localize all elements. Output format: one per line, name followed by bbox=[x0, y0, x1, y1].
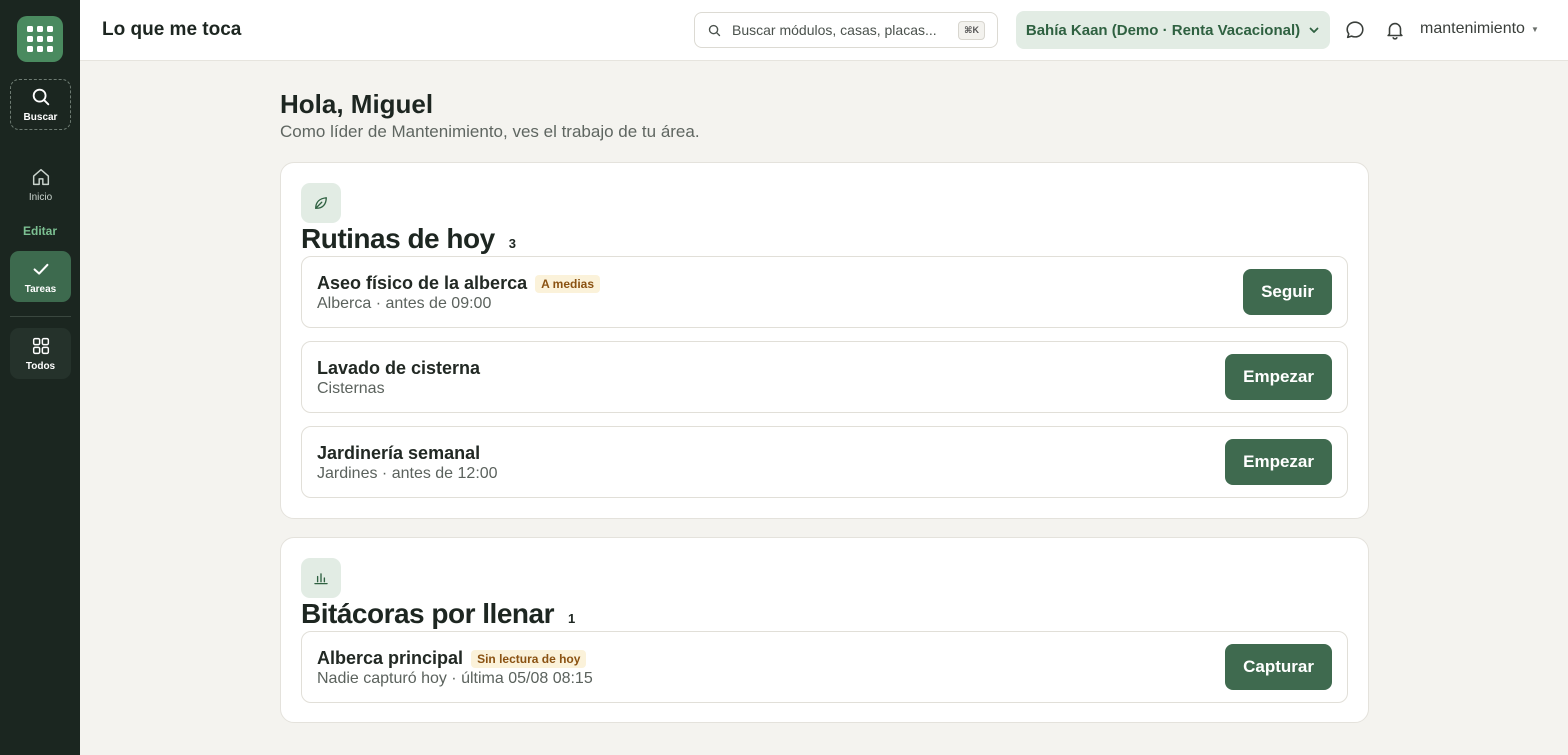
log-meta: Nadie capturó hoy · última 05/08 08:15 bbox=[317, 670, 593, 687]
user-name: mantenimiento bbox=[1420, 20, 1525, 37]
task-name: Jardinería semanal bbox=[317, 443, 480, 464]
sidebar-item-label: Inicio bbox=[28, 192, 53, 203]
property-selector[interactable]: Bahía Kaan (Demo · Renta Vacacional) bbox=[1016, 11, 1330, 49]
list-item[interactable]: Alberca principal Sin lectura de hoy Nad… bbox=[301, 631, 1348, 703]
sidebar-item-home[interactable]: Inicio bbox=[10, 159, 71, 210]
list-item[interactable]: Aseo físico de la alberca A medias Alber… bbox=[301, 256, 1348, 328]
list-item[interactable]: Jardinería semanal Jardines · antes de 1… bbox=[301, 426, 1348, 498]
status-badge: A medias bbox=[535, 274, 601, 293]
task-meta: Alberca · antes de 09:00 bbox=[317, 295, 492, 312]
check-icon bbox=[33, 263, 48, 275]
sidebar-item-label: Tareas bbox=[24, 284, 57, 295]
task-name: Aseo físico de la alberca A medias bbox=[317, 273, 601, 294]
start-button[interactable]: Empezar bbox=[1225, 354, 1332, 400]
section-title-text: Bitácoras por llenar bbox=[301, 598, 554, 629]
capture-button[interactable]: Capturar bbox=[1225, 644, 1332, 690]
greeting: Hola, Miguel bbox=[280, 89, 434, 119]
search-shortcut-badge: ⌘K bbox=[958, 20, 985, 40]
sidebar-item-all[interactable]: Todos bbox=[10, 328, 71, 379]
start-button[interactable]: Empezar bbox=[1225, 439, 1332, 485]
sidebar-item-tasks[interactable]: Tareas bbox=[10, 251, 71, 302]
continue-button[interactable]: Seguir bbox=[1243, 269, 1332, 315]
status-badge: Sin lectura de hoy bbox=[471, 649, 587, 668]
leaf-icon bbox=[301, 183, 341, 223]
task-name-text: Aseo físico de la alberca bbox=[317, 273, 528, 293]
chevron-down-icon bbox=[1309, 27, 1319, 33]
sidebar-item-label: Buscar bbox=[23, 112, 58, 123]
routines-card: Rutinas de hoy 3 Aseo físico de la alber… bbox=[280, 162, 1369, 519]
search-icon bbox=[32, 88, 49, 106]
page-title: Lo que me toca bbox=[102, 19, 242, 40]
search-box[interactable]: ⌘K bbox=[694, 12, 998, 48]
log-name: Alberca principal Sin lectura de hoy bbox=[317, 648, 587, 669]
task-meta: Jardines · antes de 12:00 bbox=[317, 465, 498, 482]
section-title-text: Rutinas de hoy bbox=[301, 223, 495, 254]
apps-grid-icon[interactable] bbox=[17, 16, 63, 62]
task-name: Lavado de cisterna bbox=[317, 358, 480, 379]
section-title: Bitácoras por llenar 1 bbox=[301, 598, 575, 630]
property-name: Bahía Kaan (Demo · Renta Vacacional) bbox=[1025, 21, 1301, 39]
section-count: 3 bbox=[508, 236, 516, 251]
bar-chart-icon bbox=[301, 558, 341, 598]
search-icon bbox=[708, 24, 721, 36]
chat-icon[interactable] bbox=[1344, 19, 1366, 41]
logs-card: Bitácoras por llenar 1 Alberca principal… bbox=[280, 537, 1369, 723]
sidebar-item-search[interactable]: Buscar bbox=[10, 79, 71, 130]
grid-icon bbox=[32, 337, 49, 355]
user-menu[interactable]: mantenimiento ▼ bbox=[1420, 20, 1539, 38]
sidebar-section-label: Editar bbox=[22, 224, 57, 238]
bell-icon[interactable] bbox=[1384, 19, 1406, 41]
sidebar: Buscar Inicio Editar Tareas Todos bbox=[0, 0, 80, 755]
section-count: 1 bbox=[567, 611, 576, 626]
log-name-text: Alberca principal bbox=[317, 648, 464, 668]
task-name-text: Jardinería semanal bbox=[317, 443, 481, 463]
task-meta: Cisternas bbox=[317, 380, 385, 397]
caret-down-icon: ▼ bbox=[1530, 24, 1539, 34]
list-item[interactable]: Lavado de cisterna Cisternas Empezar bbox=[301, 341, 1348, 413]
greeting-subtitle: Como líder de Mantenimiento, ves el trab… bbox=[280, 122, 700, 141]
home-icon bbox=[32, 168, 49, 186]
section-title: Rutinas de hoy 3 bbox=[301, 223, 516, 255]
sidebar-divider bbox=[10, 316, 71, 317]
topbar: Lo que me toca ⌘K Bahía Kaan (Demo · Ren… bbox=[80, 0, 1568, 61]
search-input[interactable] bbox=[732, 22, 949, 38]
sidebar-item-label: Todos bbox=[25, 361, 56, 372]
task-name-text: Lavado de cisterna bbox=[317, 358, 481, 378]
